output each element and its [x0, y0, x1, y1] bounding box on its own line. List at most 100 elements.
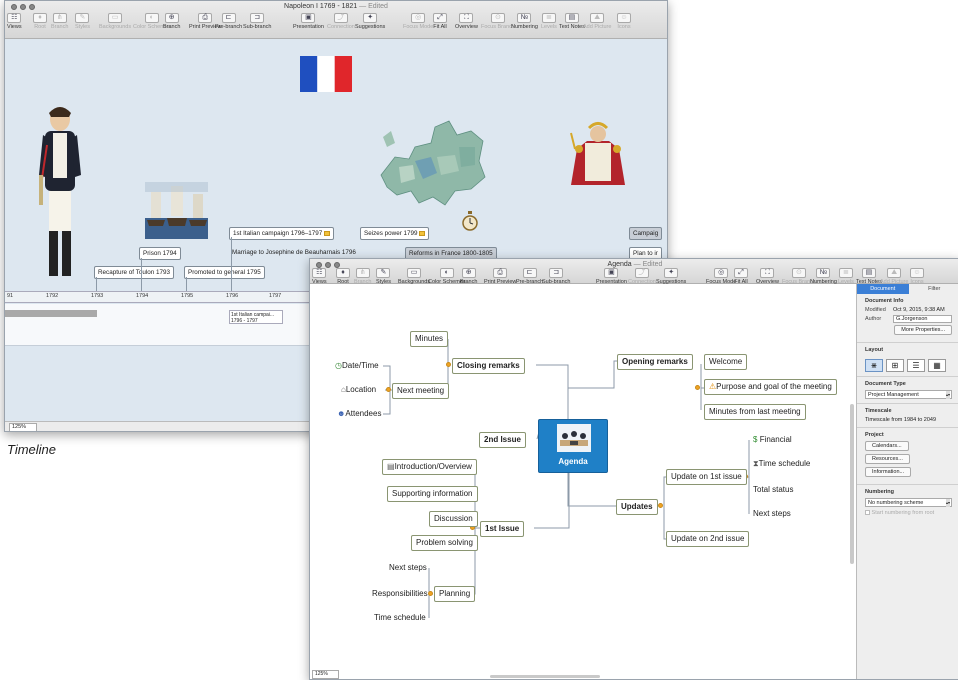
toolbar-root-button[interactable]: ♦Root [33, 13, 47, 30]
topic-next-steps[interactable]: Next steps [753, 509, 791, 519]
toolbar-backgrounds-button[interactable]: ▭Backgrounds [99, 13, 131, 30]
mindmap-canvas[interactable]: Agenda Closing remarks Opening remarks 2… [310, 284, 855, 679]
branch-closing-remarks[interactable]: Closing remarks [452, 358, 525, 374]
toolbar-print-preview-button[interactable]: ⎙Print Preview [484, 268, 516, 285]
toolbar-add-picture-button[interactable]: ⛰Add Picture [583, 13, 611, 30]
timeline-node[interactable]: 1st Italian campaign 1796–1797 [229, 227, 334, 240]
toolbar-levels-button[interactable]: ≣Levels [541, 13, 557, 30]
toolbar-views-button[interactable]: ☷Views [7, 13, 22, 30]
topic-location[interactable]: ⌂Location [341, 385, 376, 395]
toolbar-pre-branch-button[interactable]: ⊏Pre-branch [215, 13, 242, 30]
timeline-node[interactable]: Promoted to general 1795 [184, 266, 265, 279]
toolbar-styles-button[interactable]: ✎Styles [376, 268, 391, 285]
topic-financial[interactable]: $ Financial [753, 435, 792, 445]
toolbar-focus-mode-button[interactable]: ◎Focus Mode [403, 13, 433, 30]
more-properties-button[interactable]: More Properties... [894, 325, 952, 335]
topic-minutes-last-meeting[interactable]: Minutes from last meeting [704, 404, 806, 420]
topic-introduction[interactable]: ▤Introduction/Overview [382, 459, 477, 475]
topic-date-time[interactable]: ◷Date/Time [335, 361, 379, 371]
central-topic[interactable]: Agenda [538, 419, 608, 473]
numbering-select[interactable]: No numbering scheme [865, 498, 952, 507]
topic-welcome[interactable]: Welcome [704, 354, 747, 370]
topic-next-steps-planning[interactable]: Next steps [389, 563, 427, 573]
toolbar-text-notes-button[interactable]: ▤Text Notes [856, 268, 882, 285]
gantt-layout-icon[interactable]: ▦ [928, 359, 946, 372]
start-numbering-checkbox[interactable] [865, 510, 870, 515]
toolbar-presentation-button[interactable]: ▣Presentation [596, 268, 627, 285]
toolbar-views-button[interactable]: ☷Views [312, 268, 327, 285]
calendars-button[interactable]: Calendars... [865, 441, 909, 451]
toolbar-sub-branch-button[interactable]: ⊐Sub-branch [542, 268, 570, 285]
toolbar-branch-button[interactable]: ⊕Branch [460, 268, 477, 285]
toolbar-fit-all-button[interactable]: ⤢Fit All [734, 268, 748, 285]
topic-total-status[interactable]: Total status [753, 485, 793, 495]
toolbar-suggestions-button[interactable]: ✦Suggestions [656, 268, 686, 285]
toolbar-numbering-button[interactable]: №Numbering [810, 268, 837, 285]
toolbar-text-notes-button[interactable]: ▤Text Notes [559, 13, 585, 30]
document-type-select[interactable]: Project Management [865, 390, 952, 399]
timeline-node[interactable]: Seizes power 1799 [360, 227, 429, 240]
collapse-handle[interactable] [428, 591, 433, 596]
collapse-handle[interactable] [695, 385, 700, 390]
list-layout-icon[interactable]: ☰ [907, 359, 925, 372]
toolbar-overview-button[interactable]: ⛶Overview [756, 268, 779, 285]
tab-filter[interactable]: Filter [909, 284, 958, 294]
toolbar-fit-all-button[interactable]: ⤢Fit All [433, 13, 447, 30]
collapse-handle[interactable] [386, 387, 391, 392]
zoom-select[interactable]: 125% [9, 423, 37, 432]
toolbar-icons-button[interactable]: ☺Icons [617, 13, 631, 30]
topic-update-1st-issue[interactable]: Update on 1st issue [666, 469, 747, 485]
zoom-select[interactable]: 125% [312, 670, 339, 679]
topic-attendees[interactable]: ☻Attendees [337, 409, 381, 419]
toolbar-suggestions-button[interactable]: ✦Suggestions [355, 13, 385, 30]
agenda-titlebar[interactable]: Agenda — Edited ☷Views♦Root⋔Branch✎Style… [310, 259, 958, 284]
toolbar-connection-button[interactable]: ⤴Connection [327, 13, 355, 30]
gantt-label-box[interactable]: 1st Italian campai... 1796 - 1797 [229, 310, 283, 324]
timeline-titlebar[interactable]: Napoleon I 1769 - 1821 — Edited ☷Views♦R… [5, 1, 667, 39]
timeline-node[interactable]: Campaig [629, 227, 662, 240]
toolbar-branch-button[interactable]: ⋔Branch [354, 268, 371, 285]
vertical-scrollbar[interactable] [850, 404, 854, 564]
branch-opening-remarks[interactable]: Opening remarks [617, 354, 693, 370]
collapse-handle[interactable] [446, 362, 451, 367]
topic-problem-solving[interactable]: Problem solving [411, 535, 478, 551]
toolbar-sub-branch-button[interactable]: ⊐Sub-branch [243, 13, 271, 30]
topic-responsibilities[interactable]: Responsibilities [372, 589, 428, 599]
gantt-bar[interactable] [5, 310, 97, 317]
org-chart-layout-icon[interactable]: ⊞ [886, 359, 904, 372]
toolbar-levels-button[interactable]: ≣Levels [838, 268, 854, 285]
toolbar-styles-button[interactable]: ✎Styles [75, 13, 90, 30]
toolbar-branch-button[interactable]: ⋔Branch [51, 13, 68, 30]
mindmap-layout-icon[interactable]: ⋇ [865, 359, 883, 372]
topic-time-schedule[interactable]: ⧗Time schedule [753, 459, 810, 469]
toolbar-icons-button[interactable]: ☺Icons [910, 268, 924, 285]
topic-time-schedule-planning[interactable]: Time schedule [374, 613, 426, 623]
topic-update-2nd-issue[interactable]: Update on 2nd issue [666, 531, 749, 547]
toolbar-add-picture-button[interactable]: ⛰Add Picture [880, 268, 908, 285]
topic-next-meeting[interactable]: Next meeting [392, 383, 449, 399]
collapse-handle[interactable] [658, 503, 663, 508]
tab-document[interactable]: Document [857, 284, 909, 294]
toolbar-focus-mode-button[interactable]: ◎Focus Mode [706, 268, 736, 285]
branch-2nd-issue[interactable]: 2nd Issue [479, 432, 526, 448]
resources-button[interactable]: Resources... [865, 454, 910, 464]
information-button[interactable]: Information... [865, 467, 911, 477]
agenda-window[interactable]: Agenda — Edited ☷Views♦Root⋔Branch✎Style… [309, 258, 958, 680]
toolbar-focus-branch-button[interactable]: ⊙Focus Branch [481, 13, 515, 30]
toolbar-root-button[interactable]: ♦Root [336, 268, 350, 285]
toolbar-branch-button[interactable]: ⊕Branch [163, 13, 180, 30]
timeline-node[interactable]: Marriage to Josephine de Beauharnais 179… [229, 247, 359, 258]
topic-purpose[interactable]: ⚠Purpose and goal of the meeting [704, 379, 837, 395]
topic-planning[interactable]: Planning [434, 586, 475, 602]
toolbar-overview-button[interactable]: ⛶Overview [455, 13, 478, 30]
topic-supporting-information[interactable]: Supporting information [387, 486, 478, 502]
toolbar-presentation-button[interactable]: ▣Presentation [293, 13, 324, 30]
timeline-node[interactable]: Prison 1794 [139, 247, 181, 260]
topic-minutes[interactable]: Minutes [410, 331, 448, 347]
branch-1st-issue[interactable]: 1st Issue [480, 521, 524, 537]
toolbar-numbering-button[interactable]: №Numbering [511, 13, 538, 30]
toolbar-backgrounds-button[interactable]: ▭Backgrounds [398, 268, 430, 285]
toolbar-connection-button[interactable]: ⤴Connection [628, 268, 656, 285]
author-field[interactable]: G.Jorgenson [893, 315, 952, 323]
timeline-node[interactable]: Recapture of Toulon 1793 [94, 266, 174, 279]
